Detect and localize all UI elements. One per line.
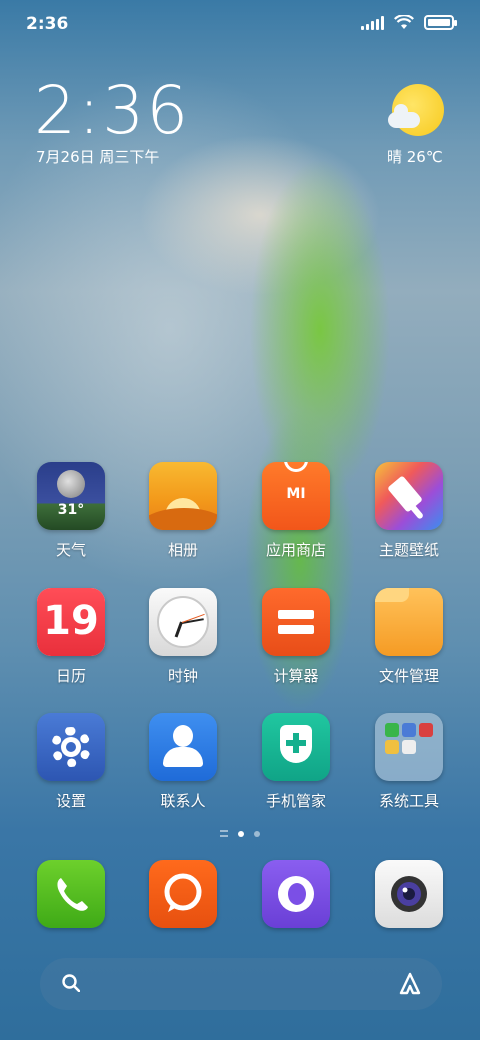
app-gallery[interactable]: 相册 — [128, 462, 238, 560]
app-label-store: 应用商店 — [265, 541, 326, 559]
app-file-manager[interactable]: 文件管理 — [354, 588, 464, 686]
calculator-icon — [262, 588, 330, 656]
wifi-icon — [394, 15, 414, 29]
dock-browser[interactable] — [241, 860, 351, 928]
paintbrush-icon — [375, 462, 443, 530]
cloud-icon — [388, 104, 420, 128]
widget-weather[interactable]: 晴 26℃ — [387, 146, 443, 167]
app-label-gallery: 相册 — [167, 541, 198, 559]
calendar-day: 19 — [43, 598, 99, 644]
app-label-calendar: 日历 — [55, 667, 86, 685]
status-icons — [361, 15, 457, 30]
dock-phone[interactable] — [16, 860, 126, 928]
app-calendar[interactable]: 19 日历 — [16, 588, 126, 686]
app-calculator[interactable]: 计算器 — [241, 588, 351, 686]
app-label-files: 文件管理 — [378, 667, 439, 685]
app-label-weather: 天气 — [55, 541, 86, 559]
search-icon — [62, 974, 80, 992]
assistant-icon[interactable] — [398, 972, 422, 996]
battery-icon — [424, 15, 457, 30]
app-label-calculator: 计算器 — [273, 667, 319, 685]
mi-logo: MI — [286, 486, 306, 502]
app-contacts[interactable]: 联系人 — [128, 713, 238, 811]
camera-icon — [375, 860, 443, 928]
signal-icon — [361, 15, 384, 30]
widget-date[interactable]: 7月26日 周三下午 — [36, 146, 159, 167]
page-dot[interactable] — [254, 830, 260, 837]
weather-app-icon: 31° — [37, 462, 105, 530]
widget-clock[interactable]: 2:36 — [34, 72, 190, 149]
gallery-icon — [149, 462, 217, 530]
folder-system-tools[interactable]: 系统工具 — [354, 713, 464, 811]
weather-app-temp: 31° — [57, 502, 85, 518]
app-security[interactable]: 手机管家 — [241, 713, 351, 811]
app-label-contacts: 联系人 — [160, 792, 206, 810]
person-icon — [149, 713, 217, 781]
status-bar: 2:36 — [0, 0, 480, 50]
browser-icon — [262, 860, 330, 928]
folder-icon — [375, 588, 443, 656]
app-settings[interactable]: 设置 — [16, 713, 126, 811]
app-clock[interactable]: 时钟 — [128, 588, 238, 686]
search-bar[interactable] — [40, 958, 442, 1010]
menu-lines-icon — [220, 830, 228, 837]
app-store-icon: MI — [262, 462, 330, 530]
app-store[interactable]: MI 应用商店 — [241, 462, 351, 560]
gear-icon — [37, 713, 105, 781]
app-themes[interactable]: 主题壁纸 — [354, 462, 464, 560]
app-label-clock: 时钟 — [167, 667, 198, 685]
app-label-security: 手机管家 — [265, 792, 326, 810]
app-label-themes: 主题壁纸 — [378, 541, 439, 559]
dock-camera[interactable] — [354, 860, 464, 928]
clock-icon — [149, 588, 217, 656]
phone-icon — [37, 860, 105, 928]
folder-preview-icon — [375, 713, 443, 781]
dock-messages[interactable] — [128, 860, 238, 928]
app-label-settings: 设置 — [55, 792, 86, 810]
status-time: 2:36 — [26, 14, 69, 34]
messages-icon — [149, 860, 217, 928]
app-weather[interactable]: 31° 天气 — [16, 462, 126, 560]
calendar-icon: 19 — [37, 588, 105, 656]
shield-icon — [262, 713, 330, 781]
page-dot-active[interactable] — [238, 830, 244, 837]
app-label-system-tools: 系统工具 — [378, 792, 439, 810]
page-indicator — [0, 830, 480, 837]
